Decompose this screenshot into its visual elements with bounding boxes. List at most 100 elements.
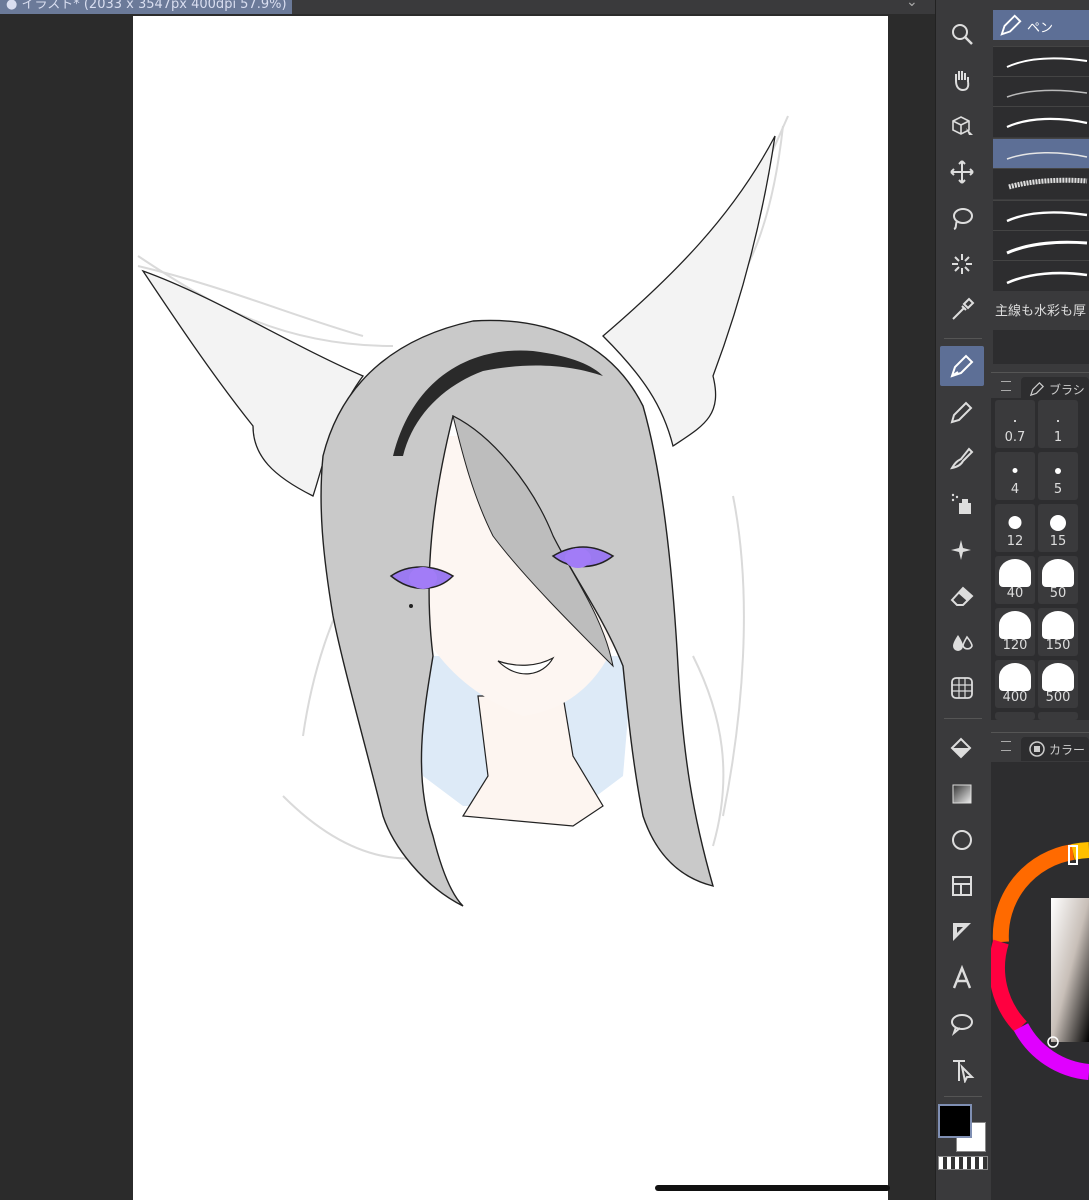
tool-separator <box>944 1096 982 1097</box>
droplets-icon <box>953 635 973 651</box>
airbrush-icon <box>951 493 971 514</box>
brush-size-value: 50 <box>1049 586 1067 601</box>
drawing-canvas[interactable] <box>133 16 888 1200</box>
decoration-tool[interactable] <box>940 530 984 570</box>
illustration <box>137 115 789 907</box>
balloon-tool[interactable] <box>940 1004 984 1044</box>
brush-preset[interactable] <box>993 200 1089 231</box>
fill-tool[interactable] <box>940 728 984 768</box>
ruler-triangle-icon <box>953 923 971 941</box>
brush-size-icon <box>1029 381 1045 397</box>
brush-size-option[interactable]: 0.7 <box>995 400 1035 448</box>
brush-size-option[interactable]: 500 <box>1038 660 1078 708</box>
brush-preset[interactable] <box>993 230 1089 261</box>
brush-size-option[interactable]: 400 <box>995 660 1035 708</box>
main-color-swatch[interactable] <box>938 1104 972 1138</box>
brush-size-option[interactable]: 120 <box>995 608 1035 656</box>
brush-size-value: 1 <box>1053 430 1063 445</box>
brush-size-option[interactable]: 4 <box>995 452 1035 500</box>
lasso-tool[interactable] <box>940 198 984 238</box>
sub-tool-panel-footer <box>993 330 1089 364</box>
brush-stroke-preview <box>1006 240 1088 255</box>
correct-line-tool[interactable] <box>940 1050 984 1090</box>
paint-bucket-icon <box>950 737 972 759</box>
brush-stroke-preview <box>1006 211 1088 223</box>
cube-arrow-icon <box>952 116 973 135</box>
tool-separator <box>944 338 982 339</box>
brush-stroke-preview <box>1006 152 1088 160</box>
hand-tool[interactable] <box>940 60 984 100</box>
transparent-color-swatch[interactable] <box>938 1156 988 1170</box>
brush-size-value: 0.7 <box>1004 430 1026 445</box>
ruler-tool[interactable] <box>940 912 984 952</box>
brush-size-value: 4 <box>1010 482 1020 497</box>
brush-size-value: 500 <box>1045 690 1071 705</box>
brush-stroke-preview <box>1006 271 1088 285</box>
circle-icon <box>952 830 972 850</box>
brush-size-option[interactable]: 1 <box>1038 400 1078 448</box>
panel-menu-icon[interactable] <box>1001 381 1011 391</box>
chevron-down-icon[interactable]: ⌄ <box>906 0 922 10</box>
brush-preset[interactable] <box>993 46 1089 77</box>
right-panel: ペン 主線も水彩も厚 ブラシ 0.7 1 4 5 12 15 40 50 120… <box>991 0 1089 1200</box>
grid-sphere-icon <box>951 677 973 699</box>
panel-menu-icon[interactable] <box>1001 741 1011 751</box>
brush-size-option[interactable]: 150 <box>1038 608 1078 656</box>
tool-palette <box>935 0 992 1200</box>
eraser-tool[interactable] <box>940 576 984 616</box>
brush-size-option[interactable] <box>995 712 1035 720</box>
brush-preset[interactable] <box>993 106 1089 137</box>
sub-tool-group-header[interactable]: ペン <box>993 10 1089 40</box>
sub-tool-group-label: ペン <box>1027 21 1054 36</box>
move-tool[interactable] <box>940 152 984 192</box>
color-wheel-area <box>991 762 1089 1200</box>
pencil-icon <box>950 401 973 424</box>
brush-icon <box>949 447 974 470</box>
brush-preset[interactable] <box>993 260 1089 291</box>
brush-preset-name[interactable]: 主線も水彩も厚 <box>995 300 1086 319</box>
brush-size-value: 40 <box>1006 586 1024 601</box>
brush-size-option[interactable]: 15 <box>1038 504 1078 552</box>
color-panel-header: カラー <box>991 732 1089 763</box>
brush-size-option[interactable]: 50 <box>1038 556 1078 604</box>
frame-tool[interactable] <box>940 866 984 906</box>
sparkle-icon <box>951 540 971 560</box>
text-tool[interactable] <box>940 958 984 998</box>
text-a-icon <box>952 965 972 989</box>
brush-size-value: 400 <box>1002 690 1028 705</box>
brush-stroke-preview <box>1006 117 1088 129</box>
brush-size-value: 120 <box>1002 638 1028 653</box>
brush-preset[interactable] <box>993 168 1089 199</box>
document-title: ● イラスト* (2033 x 3547px 400dpi 57.9%) <box>6 0 287 12</box>
color-circle-icon <box>1029 741 1045 757</box>
blend-tool[interactable] <box>940 622 984 662</box>
eyedropper-tool[interactable] <box>940 290 984 330</box>
move-cross-icon <box>950 160 974 184</box>
figure-tool[interactable] <box>940 668 984 708</box>
brush-size-option[interactable] <box>1038 712 1078 720</box>
airbrush-tool[interactable] <box>940 484 984 524</box>
brush-size-option[interactable]: 12 <box>995 504 1035 552</box>
pencil-tool[interactable] <box>940 392 984 432</box>
color-wheel[interactable] <box>991 832 1089 1132</box>
object-tool[interactable] <box>940 106 984 146</box>
color-tab[interactable]: カラー <box>1021 737 1089 761</box>
brush-size-grid: 0.7 1 4 5 12 15 40 50 120 150 400 500 <box>991 398 1089 720</box>
pen-nib-icon <box>1000 14 1022 36</box>
brush-size-option[interactable]: 40 <box>995 556 1035 604</box>
eraser-icon <box>950 586 974 606</box>
magic-wand-tool[interactable] <box>940 244 984 284</box>
brush-preset[interactable] <box>993 76 1089 107</box>
brush-size-value: 150 <box>1045 638 1071 653</box>
document-tab[interactable]: ● イラスト* (2033 x 3547px 400dpi 57.9%) <box>0 0 292 14</box>
pen-tool[interactable] <box>940 346 984 386</box>
brush-size-option[interactable]: 5 <box>1038 452 1078 500</box>
gradient-tool[interactable] <box>940 774 984 814</box>
lasso-icon <box>953 208 973 230</box>
zoom-tool[interactable] <box>940 14 984 54</box>
shape-tool[interactable] <box>940 820 984 860</box>
home-indicator <box>655 1185 890 1191</box>
brush-tool[interactable] <box>940 438 984 478</box>
hand-icon <box>955 71 970 92</box>
brush-preset-selected[interactable] <box>993 138 1089 169</box>
